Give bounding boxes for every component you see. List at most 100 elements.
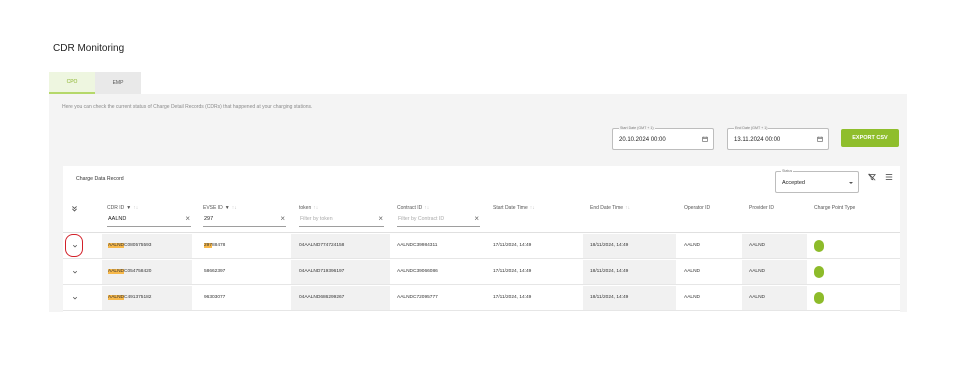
column-label: Contract ID — [397, 205, 423, 211]
operator-id-cell: AALND — [684, 295, 700, 300]
filter-placeholder: Filter by Contract ID — [398, 216, 445, 222]
page-description: Here you can check the current status of… — [62, 104, 313, 110]
table-title: Charge Data Record — [76, 176, 124, 182]
cdr-id-rest: C080575593 — [124, 243, 152, 248]
status-label: Status — [781, 169, 794, 173]
start-date-field[interactable]: Start Date (GMT + 1) 20.10.2024 00:00 — [612, 126, 714, 150]
table-row[interactable]: AALNDC054758420 58662397 04AALND71939619… — [63, 260, 900, 285]
charge-point-type-badge — [814, 292, 824, 304]
column-header-end-date-time[interactable]: End Date Time ↑↓ — [590, 205, 630, 211]
evse-id-rest: 88478 — [212, 243, 226, 248]
clear-icon[interactable]: × — [474, 214, 479, 224]
chevron-down-icon[interactable] — [72, 295, 78, 301]
evse-id-rest: 58662397 — [204, 269, 226, 274]
end-date-value: 13.11.2024 00:00 — [734, 137, 781, 143]
end-date-cell: 18/11/2024, 14:49 — [590, 269, 629, 274]
clear-icon[interactable]: × — [185, 214, 190, 224]
end-date-label: End Date (GMT + 1) — [734, 126, 769, 130]
sort-icon[interactable]: ↑↓ — [424, 205, 429, 211]
column-header-provider-id: Provider ID — [749, 205, 774, 211]
column-header-start-date-time[interactable]: Start Date Time ↑↓ — [493, 205, 535, 211]
provider-id-cell: AALND — [749, 295, 765, 300]
status-select[interactable]: Status Accepted — [775, 169, 859, 193]
calendar-icon[interactable] — [702, 136, 708, 142]
start-date-cell: 17/11/2024, 14:49 — [493, 243, 532, 248]
column-header-token[interactable]: token ↑↓ — [299, 205, 318, 211]
column-label: End Date Time — [590, 205, 624, 211]
column-header-cdr-id[interactable]: CDR ID ▼ ↑↓ — [107, 205, 138, 211]
column-header-evse-id[interactable]: EVSE ID ▼ ↑↓ — [203, 205, 237, 211]
chevron-down-icon[interactable] — [72, 269, 78, 275]
clear-icon[interactable]: × — [378, 214, 383, 224]
column-header-charge-point-type: Charge Point Type — [814, 205, 855, 211]
table-row[interactable]: AALNDC491375182 96303077 04AALND68629926… — [63, 286, 900, 311]
cdr-id-cell: AALNDC080575593 — [108, 243, 151, 248]
token-filter-input[interactable]: Filter by token × — [299, 213, 384, 227]
token-cell: 04AALND686299267 — [299, 295, 345, 300]
sort-icon[interactable]: ↑↓ — [133, 205, 138, 211]
filter-value: AALND — [108, 216, 127, 222]
filter-value: 297 — [204, 216, 214, 222]
filter-icon[interactable]: ▼ — [225, 205, 230, 211]
sort-icon[interactable]: ↑↓ — [625, 205, 630, 211]
start-date-value: 20.10.2024 00:00 — [619, 137, 666, 143]
cdr-id-rest: C054758420 — [124, 269, 152, 274]
evse-id-rest: 96303077 — [204, 295, 226, 300]
cdr-id-rest: C491375182 — [124, 295, 152, 300]
sort-icon[interactable]: ↑↓ — [232, 205, 237, 211]
start-date-label: Start Date (GMT + 1) — [619, 126, 655, 130]
header-divider — [63, 232, 900, 233]
sort-icon[interactable]: ↑↓ — [530, 205, 535, 211]
sort-icon[interactable]: ↑↓ — [313, 205, 318, 211]
column-header-operator-id: Operator ID — [684, 205, 710, 211]
clear-icon[interactable]: × — [280, 214, 285, 224]
start-date-cell: 17/11/2024, 14:49 — [493, 269, 532, 274]
evse-id-cell: 96303077 — [204, 295, 225, 300]
contract-id-cell: AALNDC39066086 — [397, 269, 438, 274]
evse-id-cell: 29788478 — [204, 243, 225, 248]
start-date-cell: 17/11/2024, 14:49 — [493, 295, 532, 300]
column-label: CDR ID — [107, 205, 125, 211]
contract-id-cell: AALNDC72095777 — [397, 295, 438, 300]
contract-id-filter-input[interactable]: Filter by Contract ID × — [397, 213, 480, 227]
cdr-id-cell: AALNDC054758420 — [108, 269, 151, 274]
evse-id-cell: 58662397 — [204, 269, 225, 274]
status-value: Accepted — [782, 180, 805, 186]
column-header-contract-id[interactable]: Contract ID ↑↓ — [397, 205, 429, 211]
column-label: Charge Point Type — [814, 205, 856, 211]
filter-icon[interactable]: ▼ — [126, 205, 131, 211]
token-cell: 04AALND774724158 — [299, 243, 345, 248]
table-row[interactable]: AALNDC080575593 29788478 04AALND77472415… — [63, 234, 900, 259]
export-csv-button[interactable]: EXPORT CSV — [841, 129, 899, 147]
provider-id-cell: AALND — [749, 269, 765, 274]
page-title: CDR Monitoring — [53, 43, 125, 54]
end-date-field[interactable]: End Date (GMT + 1) 13.11.2024 00:00 — [727, 126, 829, 150]
tab-bar: CPO EMP — [49, 72, 141, 94]
token-cell: 04AALND719396197 — [299, 269, 345, 274]
chevron-down-icon — [849, 182, 853, 184]
cdr-id-cell: AALNDC491375182 — [108, 295, 151, 300]
column-label: Operator ID — [684, 205, 711, 211]
match-highlight: AALND — [108, 243, 124, 248]
menu-icon[interactable] — [885, 173, 893, 181]
calendar-icon[interactable] — [817, 136, 823, 142]
column-label: EVSE ID — [203, 205, 223, 211]
operator-id-cell: AALND — [684, 269, 700, 274]
tab-emp[interactable]: EMP — [95, 72, 141, 94]
filter-off-icon[interactable] — [868, 173, 876, 181]
match-highlight: AALND — [108, 295, 124, 300]
column-label: Start Date Time — [493, 205, 528, 211]
charge-point-type-badge — [814, 240, 824, 252]
tab-cpo[interactable]: CPO — [49, 72, 95, 94]
annotation-circle — [65, 234, 83, 257]
evse-id-filter-input[interactable]: 297 × — [203, 213, 286, 227]
end-date-cell: 18/11/2024, 14:49 — [590, 295, 629, 300]
contract-id-cell: AALNDC39984311 — [397, 243, 438, 248]
expand-all-icon[interactable] — [71, 205, 78, 212]
cdr-id-filter-input[interactable]: AALND × — [107, 213, 191, 227]
end-date-cell: 18/11/2024, 14:49 — [590, 243, 629, 248]
filter-placeholder: Filter by token — [300, 216, 333, 222]
provider-id-cell: AALND — [749, 243, 765, 248]
column-label: Provider ID — [749, 205, 775, 211]
operator-id-cell: AALND — [684, 243, 700, 248]
